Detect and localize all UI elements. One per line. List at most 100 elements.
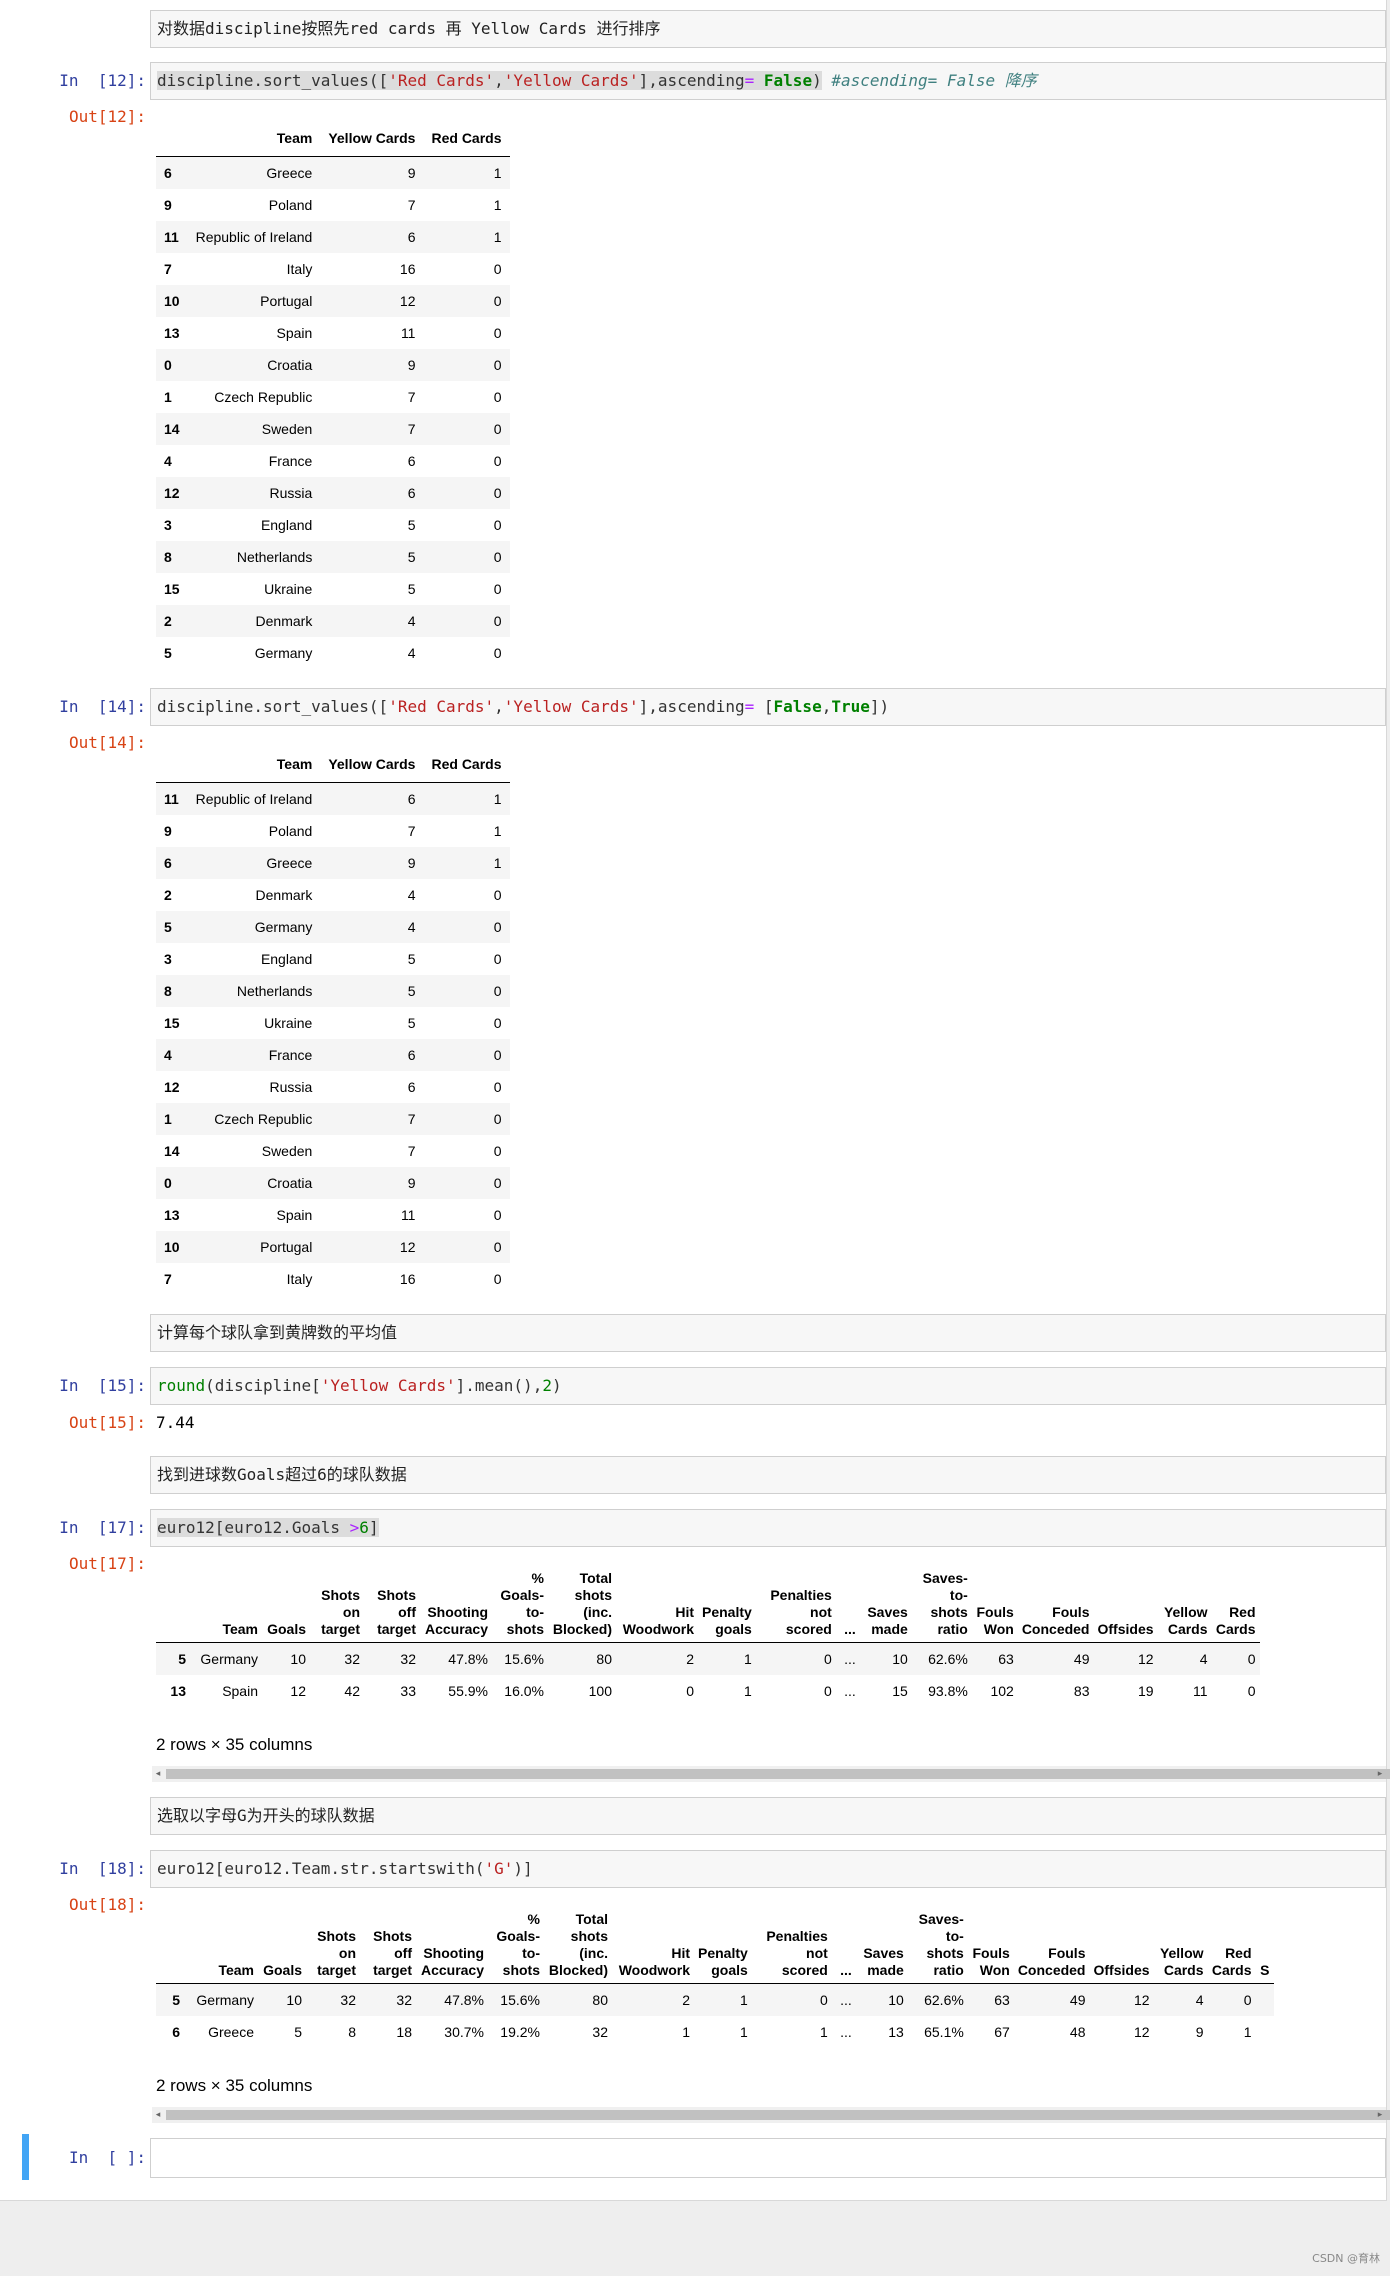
table-cell: Czech Republic [214, 389, 313, 405]
code-token: ],ascending [638, 697, 745, 716]
header-line: Saves- [918, 1911, 964, 1927]
column-header: Red Cards [423, 746, 510, 783]
row-index: 9 [164, 197, 172, 213]
table-cell: 33 [400, 1683, 416, 1699]
table-row: 9 Poland 7 1 [156, 189, 510, 221]
code-keyword: False [773, 697, 822, 716]
column-header: % Goals-to-shots [488, 1911, 544, 1984]
horizontal-scrollbar-17[interactable]: ◂ ▸ [152, 1766, 1390, 1782]
table-row: 5 Germany 4 0 [156, 637, 510, 669]
header-line: Penalties [766, 1928, 828, 1944]
table-cell: England [260, 517, 313, 533]
header-line: Blocked) [552, 1621, 612, 1637]
table-row: 13 Spain 11 0 [156, 317, 510, 349]
row-index: 12 [164, 1079, 180, 1095]
scroll-left-icon[interactable]: ◂ [152, 2107, 164, 2123]
code-number: 6 [359, 1518, 369, 1537]
input-prompt-18: In [18]: [59, 1859, 146, 1878]
code-selection: euro12[euro12.Goals >6] [157, 1518, 379, 1537]
header-line: Shooting [427, 1604, 488, 1620]
table-cell: 7 [407, 197, 416, 213]
header-line: Red [1229, 1604, 1256, 1620]
table-cell: 1 [493, 791, 502, 807]
row-index: 9 [164, 823, 172, 839]
table-cell: Germany [254, 645, 313, 661]
table-cell: 63 [998, 1651, 1014, 1667]
header-line: Shots [373, 1928, 412, 1944]
row-index: 13 [170, 1683, 186, 1699]
table-cell: 9 [407, 1175, 416, 1191]
row-index: 5 [164, 645, 172, 661]
header-line: Shots [317, 1928, 356, 1944]
column-header: Team [184, 1911, 258, 1984]
table-cell: 4 [407, 887, 416, 903]
column-header: Shots on target [306, 1911, 360, 1984]
table-cell: Greece [266, 855, 313, 871]
output-prompt-14: Out[14]: [68, 733, 146, 752]
markdown-cell-sort-description[interactable]: 对数据discipline按照先red cards 再 Yellow Cards… [150, 10, 1386, 48]
table-cell: 0 [493, 1207, 502, 1223]
table-cell: 11 [1192, 1683, 1208, 1699]
header-line: Shots [377, 1587, 416, 1603]
table-cell: 49 [1073, 1651, 1090, 1667]
code-cell-15[interactable]: round(discipline['Yellow Cards'].mean(),… [150, 1367, 1386, 1405]
code-cell-empty[interactable] [150, 2138, 1386, 2178]
column-header: Goals [262, 1570, 310, 1643]
markdown-cell-mean-description[interactable]: 计算每个球队拿到黄牌数的平均值 [150, 1314, 1386, 1352]
column-header: % Goals-to-shots [492, 1570, 548, 1643]
markdown-cell-goals-description[interactable]: 找到进球数Goals超过6的球队数据 [150, 1456, 1386, 1494]
table-cell: 6 [407, 453, 416, 469]
header-line: Fouls [972, 1945, 1010, 1961]
table-cell: Denmark [255, 887, 313, 903]
scrollbar-thumb[interactable] [166, 2110, 1390, 2120]
scroll-right-icon[interactable]: ▸ [1374, 2107, 1386, 2123]
column-header: Red Cards [423, 120, 510, 157]
column-header [156, 1911, 184, 1984]
header-line: shots [502, 1962, 540, 1978]
header-line: Fouls [1048, 1945, 1086, 1961]
code-cell-12[interactable]: discipline.sort_values(['Red Cards','Yel… [150, 62, 1386, 100]
scrollbar-thumb[interactable] [166, 1769, 1390, 1779]
table-cell: Sweden [261, 421, 313, 437]
header-line: Total [575, 1911, 608, 1927]
header-line: goals [711, 1962, 748, 1978]
table-cell: Denmark [255, 613, 313, 629]
header-line: Goals- [496, 1928, 540, 1944]
table-cell: 12 [399, 293, 416, 309]
code-keyword: False [763, 71, 813, 90]
header-line: off [394, 1945, 412, 1961]
table-cell: 62.6% [928, 1651, 968, 1667]
table-cell: 0 [493, 485, 502, 501]
table-cell: 0 [493, 389, 502, 405]
horizontal-scrollbar-18[interactable]: ◂ ▸ [152, 2107, 1390, 2123]
row-index: 0 [164, 1175, 172, 1191]
table-cell: 48 [1069, 2024, 1086, 2040]
table-cell: 7 [407, 1143, 416, 1159]
code-cell-14[interactable]: discipline.sort_values(['Red Cards','Yel… [150, 688, 1386, 726]
header-line: Won [979, 1962, 1010, 1978]
column-header: Yellow Cards [320, 746, 424, 783]
header-line: made [871, 1621, 908, 1637]
markdown-cell-startswith-description[interactable]: 选取以字母G为开头的球队数据 [150, 1797, 1386, 1835]
table-cell: 47.8% [444, 1992, 484, 2008]
header-line: target [317, 1962, 356, 1978]
code-cell-17[interactable]: euro12[euro12.Goals >6] [150, 1509, 1386, 1547]
table-row: 3 England 5 0 [156, 509, 510, 541]
table-cell: 5 [407, 517, 416, 533]
table-row: 2 Denmark 4 0 [156, 605, 510, 637]
table-cell: 18 [396, 2024, 412, 2040]
column-header: Saves-to-shots ratio [911, 1570, 972, 1643]
code-cell-18[interactable]: euro12[euro12.Team.str.startswith('G')] [150, 1850, 1386, 1888]
table-cell: 0 [1247, 1683, 1256, 1699]
table-cell: 0 [493, 1175, 502, 1191]
row-index: 4 [164, 1047, 172, 1063]
table-cell: Greece [266, 165, 313, 181]
table-cell: 1 [493, 823, 502, 839]
header-line: target [377, 1621, 416, 1637]
scroll-left-icon[interactable]: ◂ [152, 1766, 164, 1782]
table-cell: 12 [399, 1239, 416, 1255]
header-line: % [527, 1911, 540, 1927]
column-header [156, 746, 188, 783]
scroll-right-icon[interactable]: ▸ [1374, 1766, 1386, 1782]
table-cell: ... [844, 1651, 856, 1667]
